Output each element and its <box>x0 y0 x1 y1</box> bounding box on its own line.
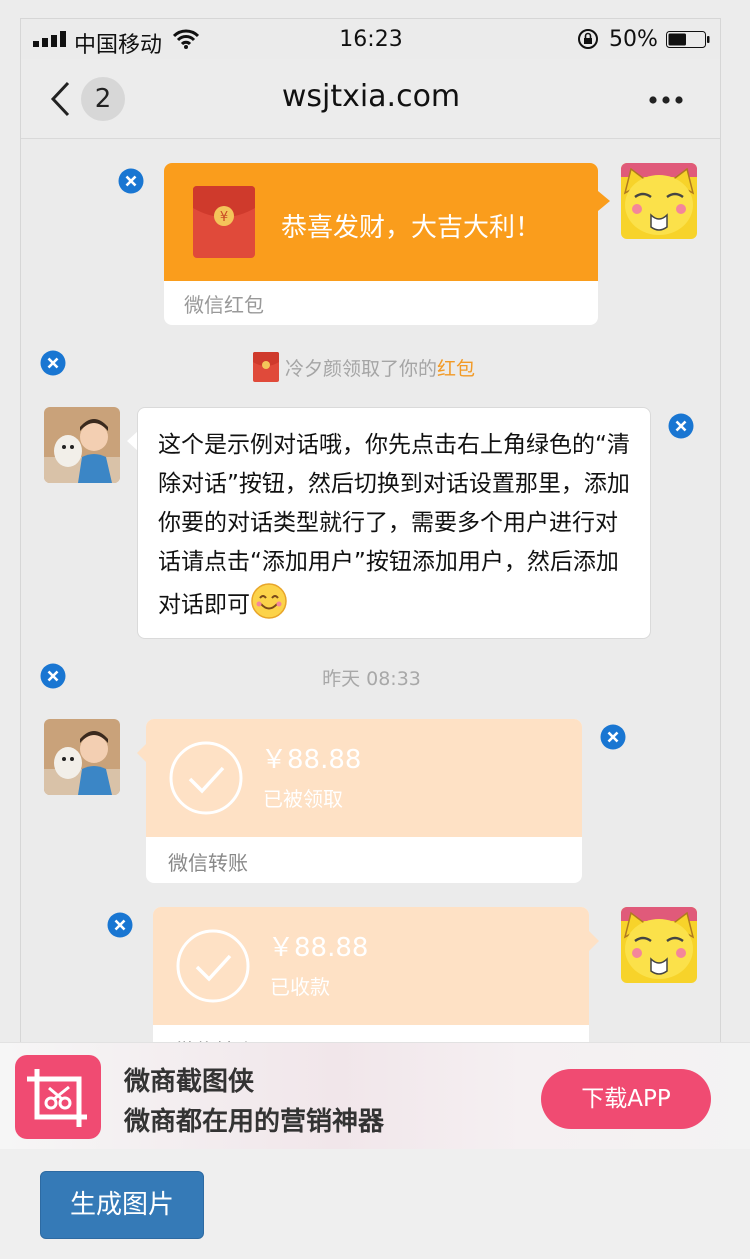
bubble-tail <box>598 191 610 211</box>
svg-text:¥: ¥ <box>220 210 228 225</box>
crop-logo-icon <box>15 1055 101 1139</box>
transfer-body: ￥88.88 已收款 <box>153 907 589 1025</box>
transfer-amount: ￥88.88 <box>261 745 362 775</box>
status-bar: 中国移动 16:23 50% <box>21 19 720 59</box>
child-avatar[interactable] <box>44 719 120 795</box>
signal-icon <box>33 31 66 47</box>
text-message-text: 这个是示例对话哦，你先点击右上角绿色的“清除对话”按钮，然后切换到对话设置那里，… <box>158 432 630 618</box>
transfer-body: ￥88.88 已被领取 <box>146 719 582 837</box>
red-envelope-icon <box>253 352 279 382</box>
unread-count-badge[interactable]: 2 <box>81 77 125 121</box>
ad-slogan: 微商都在用的营销神器 <box>124 1107 385 1137</box>
delete-icon[interactable] <box>668 413 694 439</box>
phone-screen: 中国移动 16:23 50% 2 wsjtxia.com ¥ 恭喜发财，大吉大利… <box>20 18 721 1142</box>
carrier-name: 中国移动 <box>74 33 163 58</box>
rotation-lock-icon <box>578 29 598 49</box>
notice-highlight: 红包 <box>437 358 476 380</box>
text-message-bubble[interactable]: 这个是示例对话哦，你先点击右上角绿色的“清除对话”按钮，然后切换到对话设置那里，… <box>137 407 651 639</box>
bubble-tail <box>589 931 599 951</box>
transfer-received-message[interactable]: ￥88.88 已被领取 微信转账 <box>146 719 582 883</box>
status-time: 16:23 <box>339 27 403 52</box>
chat-timestamp: 昨天 08:33 <box>322 668 421 690</box>
back-chevron-icon[interactable] <box>49 81 71 117</box>
bottom-toolbar: 生成图片 <box>0 1149 750 1259</box>
cat-avatar[interactable] <box>621 163 697 239</box>
red-packet-wish: 恭喜发财，大吉大利！ <box>281 213 542 243</box>
child-avatar[interactable] <box>44 407 120 483</box>
transfer-footer: 微信转账 <box>168 851 248 875</box>
nav-bar: 2 wsjtxia.com <box>21 59 720 139</box>
delete-icon[interactable] <box>107 912 133 938</box>
download-app-button[interactable]: 下载APP <box>541 1069 711 1129</box>
delete-icon[interactable] <box>118 168 144 194</box>
transfer-status: 已收款 <box>270 975 330 999</box>
red-envelope-icon: ¥ <box>193 186 255 258</box>
page-title: wsjtxia.com <box>281 79 461 114</box>
notice-prefix: 冷夕颜领取了你的 <box>285 358 438 380</box>
delete-icon[interactable] <box>600 724 626 750</box>
text-message-content: 这个是示例对话哦，你先点击右上角绿色的“清除对话”按钮，然后切换到对话设置那里，… <box>158 426 636 625</box>
cat-avatar[interactable] <box>621 907 697 983</box>
red-packet-message[interactable]: ¥ 恭喜发财，大吉大利！ 微信红包 <box>164 163 598 325</box>
red-packet-body: ¥ 恭喜发财，大吉大利！ <box>164 163 598 281</box>
generate-image-button[interactable]: 生成图片 <box>40 1171 204 1239</box>
system-notice-text: 冷夕颜领取了你的红包 <box>285 354 475 381</box>
ad-app-name: 微商截图侠 <box>124 1067 255 1097</box>
app-ad-banner[interactable]: 微商截图侠 微商都在用的营销神器 下载APP <box>0 1043 750 1149</box>
system-notice: 冷夕颜领取了你的红包 <box>21 349 720 385</box>
chat-area: ¥ 恭喜发财，大吉大利！ 微信红包 冷夕颜领取了你的红包 这个是示例对话哦，你先… <box>21 139 720 1141</box>
battery-icon <box>666 31 710 48</box>
transfer-amount: ￥88.88 <box>268 933 369 963</box>
smile-emoji-icon <box>251 583 287 619</box>
check-circle-icon <box>176 929 250 1003</box>
check-circle-icon <box>169 741 243 815</box>
more-icon[interactable] <box>648 95 684 105</box>
transfer-status: 已被领取 <box>263 787 343 811</box>
wifi-icon <box>173 29 199 49</box>
red-packet-footer: 微信红包 <box>184 293 264 317</box>
battery-percent: 50% <box>609 27 658 52</box>
